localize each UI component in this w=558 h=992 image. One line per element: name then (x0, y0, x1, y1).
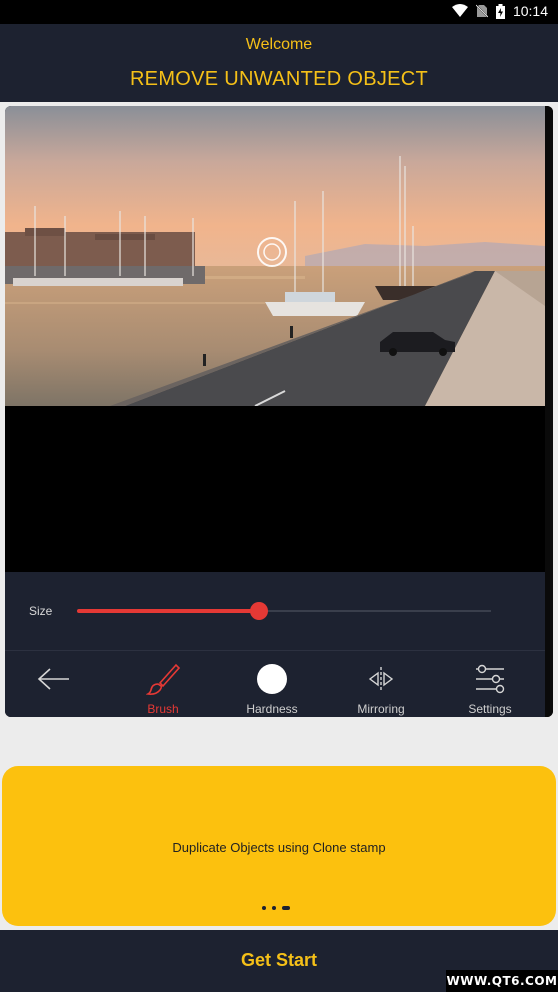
onboarding-slide[interactable]: Duplicate Objects using Clone stamp (2, 766, 556, 926)
hardness-label: Hardness (246, 702, 298, 716)
tool-settings[interactable]: Settings (445, 658, 535, 716)
tool-brush[interactable]: Brush (118, 658, 208, 716)
get-start-button[interactable]: Get Start (0, 950, 558, 971)
no-sim-icon (475, 4, 488, 18)
tool-panel: Size Brush Hardness Mirroring Settings (5, 572, 545, 717)
size-label: Size (29, 604, 53, 618)
mirroring-label: Mirroring (357, 702, 405, 716)
brush-icon (145, 662, 181, 701)
tool-hardness[interactable]: Hardness (227, 658, 317, 716)
size-slider-thumb[interactable] (250, 602, 269, 620)
card-edge (545, 106, 553, 717)
status-bar: 10:14 (0, 0, 558, 24)
page-dot[interactable] (272, 906, 276, 910)
tool-mirroring[interactable]: Mirroring (336, 658, 426, 716)
settings-label: Settings (468, 702, 512, 716)
harbor-photo[interactable] (5, 106, 545, 406)
mirroring-icon (366, 666, 396, 697)
page-indicator (262, 906, 290, 910)
settings-sliders-icon (474, 664, 506, 699)
size-slider-fill (77, 609, 260, 613)
canvas-empty-area (5, 406, 553, 572)
footer: Get Start WWW.QT6.COM (0, 930, 558, 992)
page-dot-active[interactable] (282, 906, 290, 910)
welcome-text: Welcome (245, 36, 313, 53)
slide-caption: Duplicate Objects using Clone stamp (172, 840, 386, 855)
back-button[interactable] (9, 658, 99, 714)
hardness-circle-icon (256, 663, 288, 700)
divider (5, 650, 545, 651)
battery-charging-icon (495, 3, 505, 19)
status-time: 10:14 (512, 3, 548, 19)
page-dot[interactable] (262, 906, 266, 910)
header: Welcome REMOVE UNWANTED OBJECT (0, 24, 558, 102)
editor-preview-card: Size Brush Hardness Mirroring Settings (5, 106, 553, 717)
page-title: REMOVE UNWANTED OBJECT (129, 68, 429, 90)
wifi-icon (451, 4, 468, 18)
back-arrow-icon (37, 667, 71, 696)
watermark: WWW.QT6.COM (446, 970, 558, 992)
brush-label: Brush (147, 702, 179, 716)
